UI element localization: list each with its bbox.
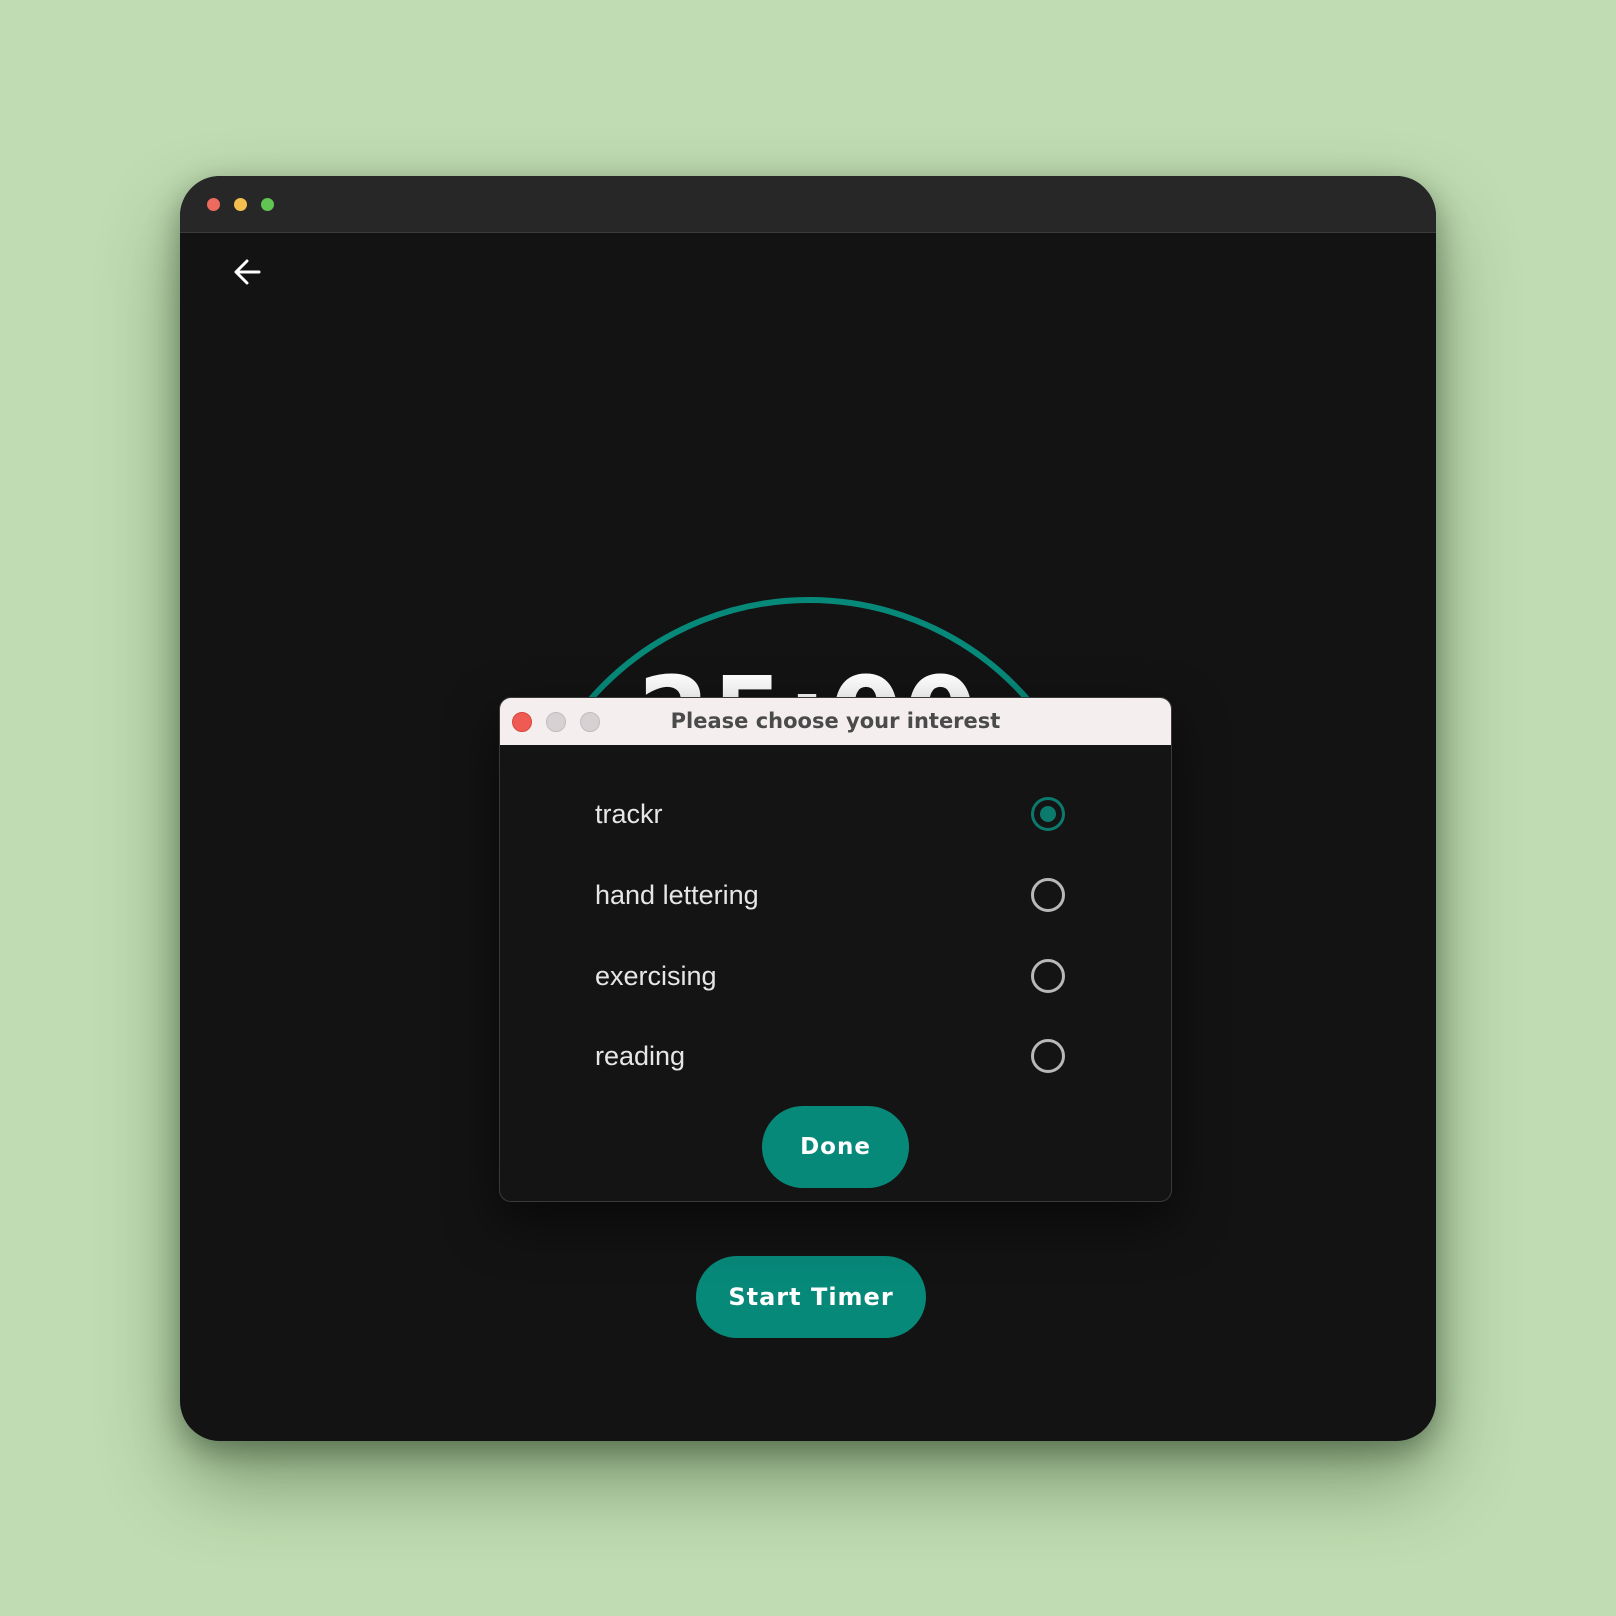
radio-checked-icon[interactable] bbox=[1031, 797, 1065, 831]
option-trackr[interactable]: trackr bbox=[595, 786, 1075, 842]
done-button[interactable]: Done bbox=[762, 1106, 909, 1188]
option-hand-lettering[interactable]: hand lettering bbox=[595, 867, 1075, 923]
radio-unchecked-icon[interactable] bbox=[1031, 959, 1065, 993]
option-label: trackr bbox=[595, 799, 663, 829]
back-button[interactable] bbox=[228, 252, 268, 292]
arrow-left-icon bbox=[234, 259, 261, 285]
interest-dialog: Please choose your interest trackr hand … bbox=[499, 697, 1172, 1202]
option-reading[interactable]: reading bbox=[595, 1028, 1075, 1084]
window-close-button[interactable] bbox=[207, 198, 220, 211]
start-timer-button[interactable]: Start Timer bbox=[696, 1256, 926, 1338]
option-exercising[interactable]: exercising bbox=[595, 948, 1075, 1004]
dialog-titlebar: Please choose your interest bbox=[500, 698, 1171, 745]
window-titlebar bbox=[180, 176, 1436, 233]
option-label: reading bbox=[595, 1041, 686, 1071]
radio-unchecked-icon[interactable] bbox=[1031, 878, 1065, 912]
window-maximize-button[interactable] bbox=[261, 198, 274, 211]
window-minimize-button[interactable] bbox=[234, 198, 247, 211]
option-label: hand lettering bbox=[595, 880, 759, 910]
option-label: exercising bbox=[595, 961, 717, 991]
dialog-title: Please choose your interest bbox=[670, 709, 1001, 733]
radio-unchecked-icon[interactable] bbox=[1031, 1039, 1065, 1073]
